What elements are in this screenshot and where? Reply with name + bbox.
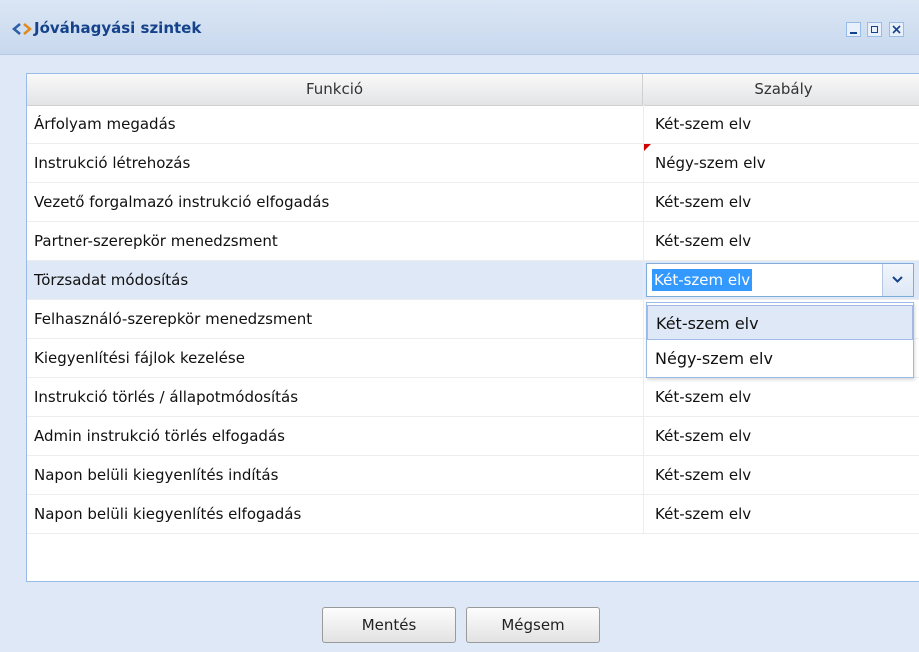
cell-rule[interactable]: Két-szem elv — [655, 222, 919, 261]
cell-function[interactable]: Törzsadat módosítás — [34, 261, 634, 300]
rule-combo-trigger[interactable] — [882, 264, 913, 296]
cell-function[interactable]: Napon belüli kiegyenlítés elfogadás — [34, 495, 634, 534]
close-button[interactable] — [889, 22, 904, 37]
table-row[interactable]: Árfolyam megadás Két-szem elv — [27, 105, 919, 144]
rule-combo-editor[interactable]: Két-szem elv — [646, 263, 914, 297]
rule-combo-value[interactable]: Két-szem elv — [652, 269, 753, 291]
cell-function[interactable]: Admin instrukció törlés elfogadás — [34, 417, 634, 456]
table-row[interactable]: Instrukció törlés / állapotmódosítás Két-… — [27, 378, 919, 417]
column-divider — [643, 456, 644, 495]
column-divider — [643, 261, 644, 300]
column-divider — [643, 417, 644, 456]
window-titlebar[interactable]: Jóváhagyási szintek — [0, 0, 919, 55]
column-divider — [643, 300, 644, 339]
cell-function[interactable]: Napon belüli kiegyenlítés indítás — [34, 456, 634, 495]
column-header-rule[interactable]: Szabály — [643, 74, 919, 105]
cell-rule[interactable]: Négy-szem elv — [655, 144, 919, 183]
dropdown-option-selected[interactable]: Két-szem elv — [647, 305, 913, 340]
approval-levels-window: Jóváhagyási szintek Funkció Szabály Árfo… — [0, 0, 919, 652]
cancel-button[interactable]: Mégsem — [466, 607, 600, 643]
maximize-button[interactable] — [867, 22, 882, 37]
window-title: Jóváhagyási szintek — [34, 19, 202, 37]
cell-function[interactable]: Instrukció törlés / állapotmódosítás — [34, 378, 634, 417]
cell-function[interactable]: Kiegyenlítési fájlok kezelése — [34, 339, 634, 378]
close-icon — [892, 25, 901, 34]
table-row[interactable]: Partner-szerepkör menedzsment Két-szem el… — [27, 222, 919, 261]
table-row[interactable]: Vezető forgalmazó instrukció elfogadás Ké… — [27, 183, 919, 222]
column-divider — [643, 378, 644, 417]
column-divider — [643, 183, 644, 222]
cell-rule[interactable]: Két-szem elv — [655, 183, 919, 222]
cell-rule[interactable]: Két-szem elv — [655, 105, 919, 144]
dropdown-option[interactable]: Négy-szem elv — [647, 341, 913, 376]
save-button[interactable]: Mentés — [322, 607, 456, 643]
table-row[interactable]: Napon belüli kiegyenlítés indítás Két-sze… — [27, 456, 919, 495]
table-row[interactable]: Admin instrukció törlés elfogadás Két-sze… — [27, 417, 919, 456]
chevron-down-icon — [892, 276, 903, 283]
column-divider — [643, 339, 644, 378]
cell-rule[interactable]: Két-szem elv — [655, 495, 919, 534]
column-divider — [643, 495, 644, 534]
cell-rule[interactable]: Két-szem elv — [655, 417, 919, 456]
cell-function[interactable]: Árfolyam megadás — [34, 105, 634, 144]
table-row[interactable]: Napon belüli kiegyenlítés elfogadás Két-s… — [27, 495, 919, 534]
cell-rule[interactable]: Két-szem elv — [655, 378, 919, 417]
rule-dropdown-list: Két-szem elv Négy-szem elv — [646, 302, 914, 378]
cell-rule[interactable]: Két-szem elv — [655, 456, 919, 495]
column-divider — [643, 222, 644, 261]
column-header-function[interactable]: Funkció — [27, 74, 643, 105]
cell-function[interactable]: Partner-szerepkör menedzsment — [34, 222, 634, 261]
dirty-cell-marker — [644, 144, 651, 151]
approval-levels-icon — [12, 23, 32, 35]
cell-function[interactable]: Vezető forgalmazó instrukció elfogadás — [34, 183, 634, 222]
grid-header: Funkció Szabály — [27, 74, 919, 106]
table-row[interactable]: Instrukció létrehozás Négy-szem elv — [27, 144, 919, 183]
minimize-button[interactable] — [846, 22, 861, 37]
column-divider — [643, 105, 644, 144]
cell-function[interactable]: Felhasználó-szerepkör menedzsment — [34, 300, 634, 339]
cell-function[interactable]: Instrukció létrehozás — [34, 144, 634, 183]
